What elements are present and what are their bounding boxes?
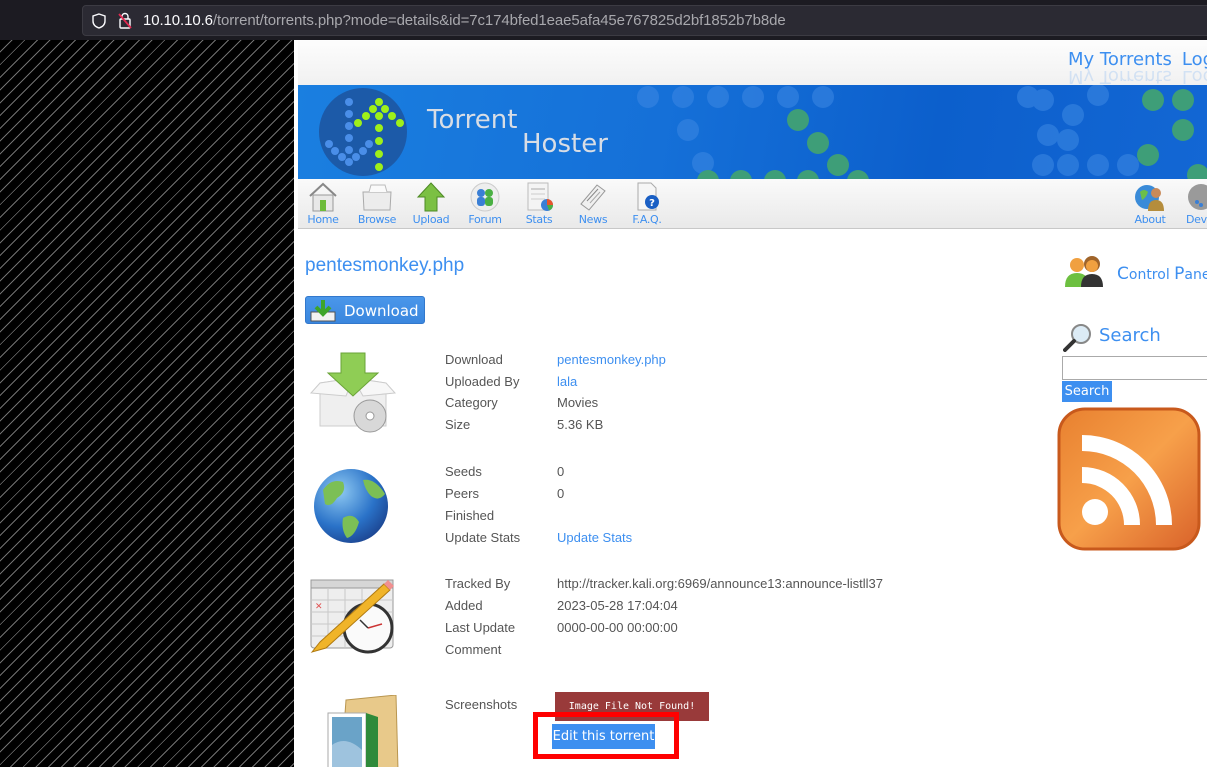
nav-label: News <box>578 213 608 226</box>
detail-label: Last Update <box>445 620 516 635</box>
brand-name-line1: Torrent <box>427 105 518 135</box>
detail-label: Screenshots <box>445 697 518 712</box>
web-page: My TorrentsMy Torrents LogLog <box>298 40 1207 767</box>
url-text[interactable]: 10.10.10.6/torrent/torrents.php?mode=det… <box>143 12 786 29</box>
nav-label: F.A.Q. <box>632 213 662 226</box>
nav-label: Forum <box>468 213 502 226</box>
download-button-label: Download <box>344 302 419 320</box>
download-file-link[interactable]: pentesmonkey.php <box>557 352 666 367</box>
stats-icon <box>527 182 553 211</box>
faq-icon: ? <box>637 182 659 211</box>
nav-label: Home <box>307 213 339 226</box>
rss-feed-icon[interactable] <box>1057 407 1201 551</box>
nav-faq[interactable]: ? F.A.Q. <box>622 182 672 226</box>
search-button[interactable]: Search <box>1062 381 1112 402</box>
category-value: Movies <box>557 395 599 410</box>
browser-toolbar: 10.10.10.6/torrent/torrents.php?mode=det… <box>0 0 1207 40</box>
peers-value: 0 <box>557 486 565 501</box>
nav-upload[interactable]: Upload <box>406 182 456 226</box>
top-links-bar: My TorrentsMy Torrents LogLog <box>298 40 1207 87</box>
search-input[interactable] <box>1062 356 1207 380</box>
added-value: 2023-05-28 17:04:04 <box>557 598 678 613</box>
detail-label: Category <box>445 395 498 410</box>
nav-about[interactable]: About <box>1125 182 1175 226</box>
detail-label: Peers <box>445 486 479 501</box>
link-reflection: My Torrents <box>1068 66 1172 87</box>
detail-label: Seeds <box>445 464 482 479</box>
detail-label: Uploaded By <box>445 374 520 389</box>
users-icon <box>1065 256 1103 287</box>
seeds-value: 0 <box>557 464 565 479</box>
developers-icon <box>1188 184 1207 210</box>
main-nav: Home Browse Upload Forum Stats News ? F.… <box>298 179 1207 229</box>
detail-label: Update Stats <box>445 530 521 545</box>
forum-icon <box>470 182 500 212</box>
package-download-icon <box>309 352 397 433</box>
about-icon <box>1135 185 1164 211</box>
browse-icon <box>362 184 392 211</box>
detail-label: Tracked By <box>445 576 511 591</box>
site-banner: Torrent Hoster <box>298 85 1207 179</box>
folder-pictures-icon <box>327 695 399 767</box>
brand-name-line2: Hoster <box>522 129 608 159</box>
shield-icon[interactable] <box>92 13 106 29</box>
last-update-value: 0000-00-00 00:00:00 <box>557 620 678 635</box>
link-reflection: Log <box>1181 66 1207 87</box>
search-heading: Search <box>1099 325 1161 346</box>
detail-label: Size <box>445 417 471 432</box>
nav-label: Upload <box>412 213 450 226</box>
edit-torrent-button[interactable]: Edit this torrent <box>552 724 655 749</box>
my-torrents-link[interactable]: My Torrents My Torrents <box>1068 49 1172 87</box>
download-button[interactable]: Download <box>305 296 425 324</box>
insecure-lock-icon[interactable] <box>118 12 132 29</box>
download-icon <box>310 300 336 322</box>
nav-news[interactable]: News <box>568 182 618 226</box>
torrent-title: pentesmonkey.php <box>305 255 465 276</box>
tracker-value: http://tracker.kali.org:6969/announce13:… <box>557 576 883 591</box>
nav-stats[interactable]: Stats <box>514 182 564 226</box>
magnifier-icon <box>1063 324 1091 352</box>
globe-icon <box>314 469 388 543</box>
size-value: 5.36 KB <box>557 417 604 432</box>
upload-icon <box>416 182 446 212</box>
nav-label: Devel <box>1185 213 1207 226</box>
nav-label: About <box>1134 213 1166 226</box>
nav-browse[interactable]: Browse <box>352 182 402 226</box>
nav-forum[interactable]: Forum <box>460 182 510 226</box>
calendar-clock-icon: ✕ <box>310 579 394 654</box>
address-bar[interactable]: 10.10.10.6/torrent/torrents.php?mode=det… <box>82 5 1207 36</box>
detail-label: Download <box>445 352 503 367</box>
nav-label: Browse <box>357 213 397 226</box>
uploader-link[interactable]: lala <box>557 374 577 389</box>
site-logo[interactable] <box>318 87 408 177</box>
update-stats-link[interactable]: Update Stats <box>557 530 632 545</box>
url-host: 10.10.10.6 <box>143 12 213 29</box>
nav-label: Stats <box>525 213 553 226</box>
url-path: /torrent/torrents.php?mode=details&id=7c… <box>212 12 786 29</box>
svg-text:?: ? <box>649 198 655 209</box>
logout-link[interactable]: LogLog <box>1182 49 1207 87</box>
nav-developers[interactable]: Devel <box>1176 182 1207 226</box>
home-icon <box>309 182 337 212</box>
detail-label: Added <box>445 598 483 613</box>
detail-label: Comment <box>445 642 502 657</box>
svg-text:✕: ✕ <box>315 602 323 612</box>
nav-home[interactable]: Home <box>298 182 348 226</box>
detail-label: Finished <box>445 508 495 523</box>
news-icon <box>580 184 606 211</box>
control-panel-link[interactable]: Control Panel <box>1117 264 1207 284</box>
hatched-background <box>0 40 294 767</box>
